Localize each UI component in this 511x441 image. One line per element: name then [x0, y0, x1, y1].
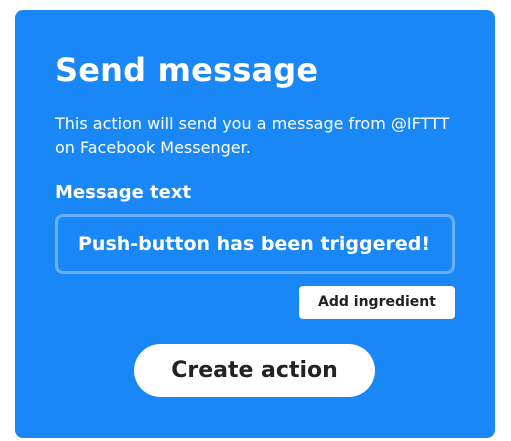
- create-action-button[interactable]: Create action: [134, 344, 375, 397]
- action-description: This action will send you a message from…: [55, 114, 450, 157]
- message-text-label: Message text: [55, 182, 192, 203]
- page-title: Send message: [55, 51, 319, 89]
- message-text-value[interactable]: Push-button has been triggered!: [78, 217, 430, 271]
- add-ingredient-button[interactable]: Add ingredient: [299, 286, 455, 319]
- message-text-input[interactable]: Push-button has been triggered!: [55, 214, 455, 274]
- send-message-card: Send message This action will send you a…: [15, 10, 495, 438]
